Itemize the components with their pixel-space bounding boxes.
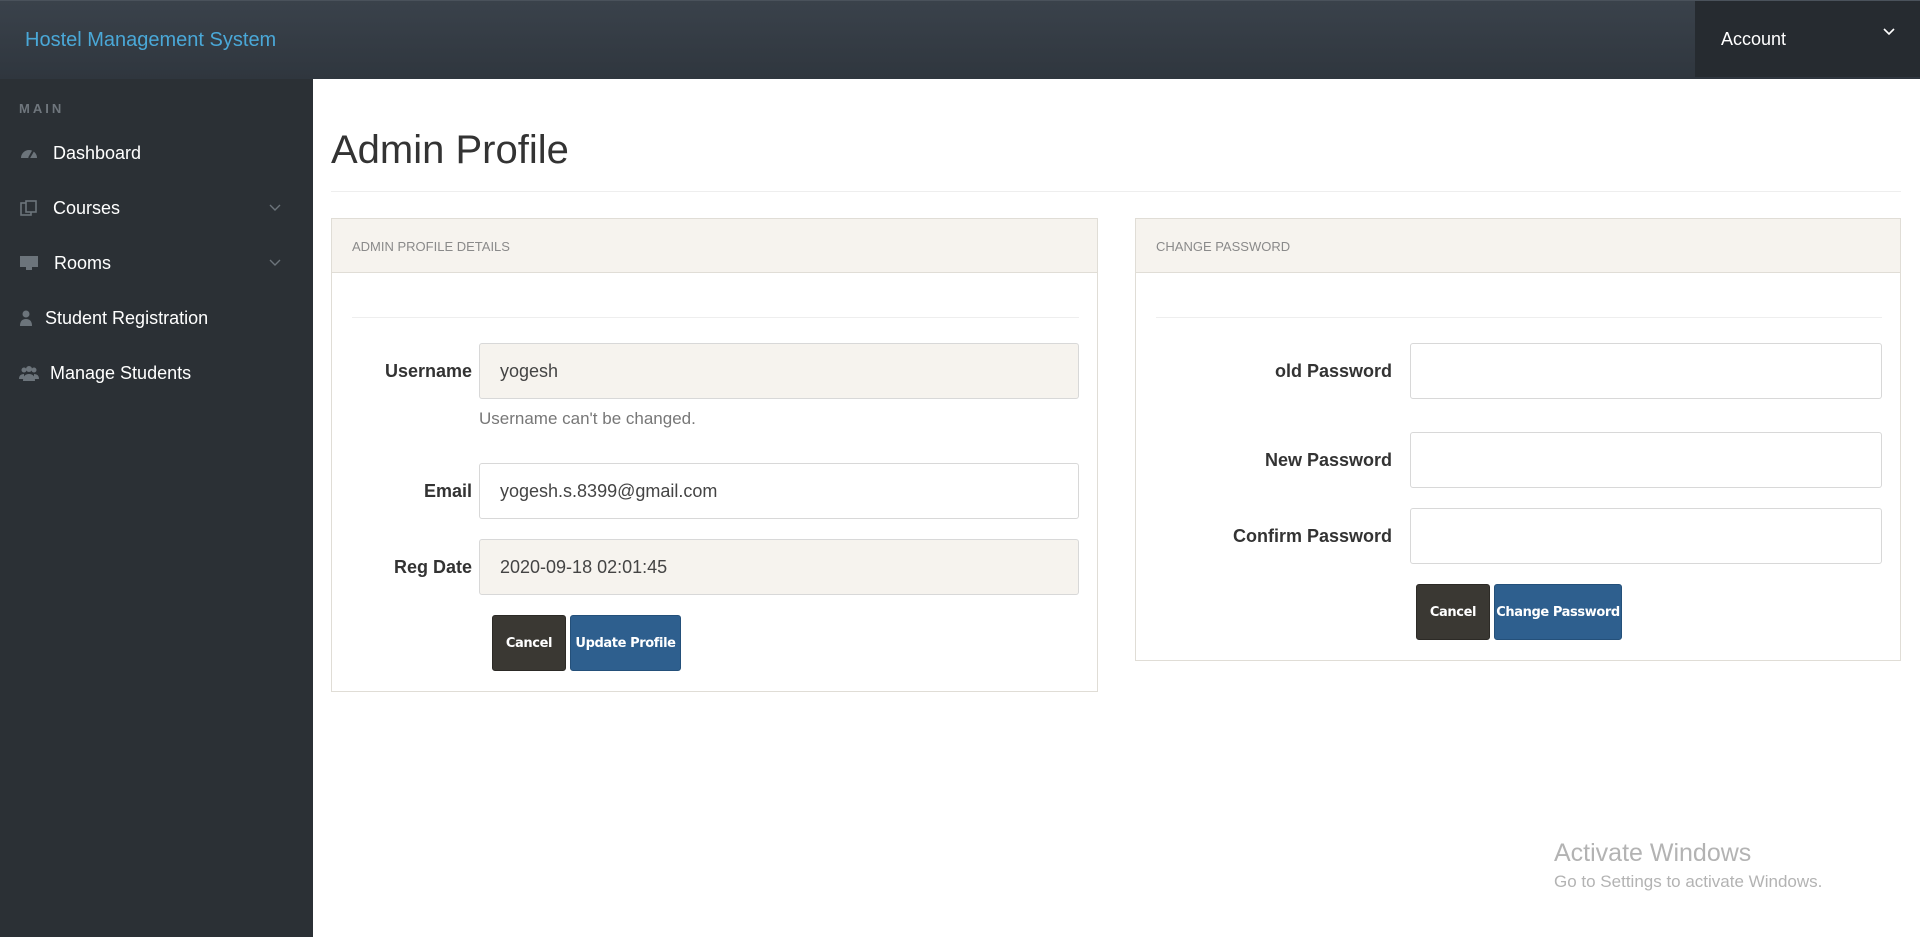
chevron-down-icon bbox=[269, 204, 281, 211]
sidebar: MAIN Dashboard Courses Rooms Student Reg… bbox=[0, 79, 313, 937]
sidebar-item-courses[interactable]: Courses bbox=[0, 185, 313, 231]
sidebar-item-student-registration[interactable]: Student Registration bbox=[0, 295, 313, 341]
new-password-field[interactable] bbox=[1410, 432, 1882, 488]
panel-heading: CHANGE PASSWORD bbox=[1156, 239, 1291, 254]
sidebar-heading: MAIN bbox=[19, 101, 65, 116]
account-label: Account bbox=[1721, 29, 1787, 49]
reg-date-field[interactable]: 2020-09-18 02:01:45 bbox=[479, 539, 1079, 595]
activate-windows-subtitle: Go to Settings to activate Windows. bbox=[1554, 872, 1823, 891]
users-icon bbox=[19, 366, 39, 381]
reg-date-label: Reg Date bbox=[393, 557, 472, 577]
cancel-button[interactable]: Cancel bbox=[492, 615, 566, 671]
sidebar-item-label: Courses bbox=[53, 198, 121, 218]
sidebar-item-label: Dashboard bbox=[53, 143, 142, 163]
page-title: Admin Profile bbox=[331, 128, 569, 172]
sidebar-item-label: Student Registration bbox=[45, 308, 209, 328]
activate-windows-title: Activate Windows bbox=[1554, 839, 1752, 867]
old-password-label: old Password bbox=[1274, 361, 1392, 381]
chevron-down-icon bbox=[269, 259, 281, 266]
panel-heading: ADMIN PROFILE DETAILS bbox=[352, 239, 510, 254]
sidebar-item-rooms[interactable]: Rooms bbox=[0, 240, 313, 286]
sidebar-item-label: Manage Students bbox=[50, 363, 192, 383]
user-icon bbox=[20, 310, 32, 326]
sidebar-item-manage-students[interactable]: Manage Students bbox=[0, 350, 313, 396]
sidebar-item-label: Rooms bbox=[54, 253, 112, 273]
username-field[interactable]: yogesh bbox=[479, 343, 1079, 399]
new-password-label: New Password bbox=[1264, 450, 1392, 470]
chevron-down-icon bbox=[1883, 28, 1895, 36]
desktop-icon bbox=[20, 256, 38, 270]
files-icon bbox=[20, 200, 37, 216]
update-profile-button[interactable]: Update Profile bbox=[570, 615, 681, 671]
username-label: Username bbox=[384, 361, 472, 381]
panel-header: ADMIN PROFILE DETAILS bbox=[332, 219, 1097, 273]
panel-header: CHANGE PASSWORD bbox=[1136, 219, 1900, 273]
email-field[interactable]: yogesh.s.8399@gmail.com bbox=[479, 463, 1079, 519]
username-help-text: Username can't be changed. bbox=[479, 409, 696, 428]
account-dropdown[interactable]: Account bbox=[1695, 1, 1920, 77]
cancel-button[interactable]: Cancel bbox=[1416, 584, 1490, 640]
dashboard-icon bbox=[21, 150, 37, 159]
sidebar-item-dashboard[interactable]: Dashboard bbox=[0, 130, 313, 176]
brand-link[interactable]: Hostel Management System bbox=[25, 29, 276, 52]
title-divider bbox=[331, 191, 1901, 192]
divider bbox=[1156, 317, 1882, 318]
change-password-panel: CHANGE PASSWORD old Password New Passwor… bbox=[1135, 218, 1901, 661]
confirm-password-label: Confirm Password bbox=[1232, 526, 1392, 546]
old-password-field[interactable] bbox=[1410, 343, 1882, 399]
admin-profile-panel: ADMIN PROFILE DETAILS Username yogesh Us… bbox=[331, 218, 1098, 692]
change-password-button[interactable]: Change Password bbox=[1494, 584, 1622, 640]
divider bbox=[352, 317, 1079, 318]
email-label: Email bbox=[423, 481, 472, 501]
confirm-password-field[interactable] bbox=[1410, 508, 1882, 564]
top-navbar: Hostel Management System Account bbox=[0, 0, 1920, 79]
